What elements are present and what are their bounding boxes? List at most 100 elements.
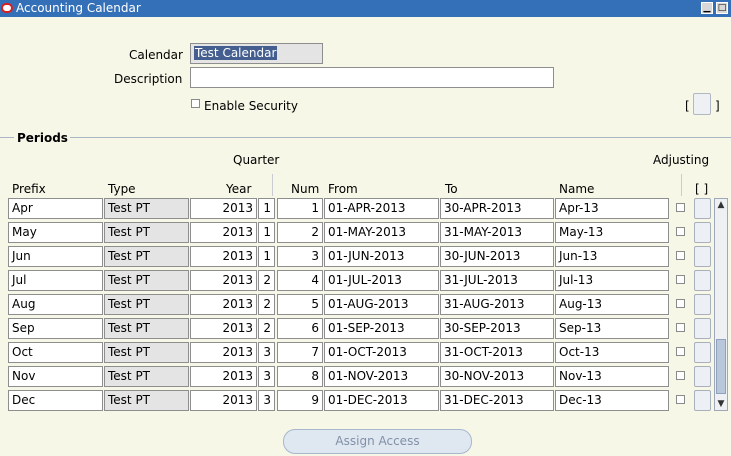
period-name-field[interactable]: Jul-13 <box>555 270 669 291</box>
to-date-field[interactable]: 31-MAY-2013 <box>440 222 554 243</box>
num-field[interactable]: 4 <box>277 270 323 291</box>
row-flexfield-button[interactable] <box>694 366 711 387</box>
from-date-field[interactable]: 01-AUG-2013 <box>324 294 439 315</box>
prefix-field[interactable]: Sep <box>8 318 103 339</box>
period-name-field[interactable]: Aug-13 <box>555 294 669 315</box>
row-flexfield-button[interactable] <box>694 342 711 363</box>
enable-security-checkbox[interactable] <box>191 99 200 108</box>
row-flexfield-button[interactable] <box>694 294 711 315</box>
prefix-field[interactable]: Apr <box>8 198 103 219</box>
row-flexfield-button[interactable] <box>694 222 711 243</box>
adjusting-checkbox[interactable] <box>676 299 685 308</box>
period-name-field[interactable]: May-13 <box>555 222 669 243</box>
year-field[interactable]: 2013 <box>190 342 257 363</box>
period-name-field[interactable]: Apr-13 <box>555 198 669 219</box>
prefix-field[interactable]: Dec <box>8 390 103 411</box>
quarter-field[interactable]: 2 <box>258 270 275 291</box>
from-date-field[interactable]: 01-JUN-2013 <box>324 246 439 267</box>
scroll-up-icon[interactable]: ▲ <box>715 199 727 211</box>
quarter-field[interactable]: 1 <box>258 246 275 267</box>
quarter-field[interactable]: 2 <box>258 318 275 339</box>
quarter-field[interactable]: 3 <box>258 366 275 387</box>
period-name-field[interactable]: Jun-13 <box>555 246 669 267</box>
to-date-field[interactable]: 30-NOV-2013 <box>440 366 554 387</box>
type-field[interactable]: Test PT <box>104 342 189 363</box>
num-field[interactable]: 2 <box>277 222 323 243</box>
prefix-field[interactable]: May <box>8 222 103 243</box>
to-date-field[interactable]: 30-APR-2013 <box>440 198 554 219</box>
to-date-field[interactable]: 31-DEC-2013 <box>440 390 554 411</box>
to-date-field[interactable]: 31-OCT-2013 <box>440 342 554 363</box>
type-field[interactable]: Test PT <box>104 318 189 339</box>
scroll-down-icon[interactable]: ▼ <box>715 398 727 410</box>
year-field[interactable]: 2013 <box>190 318 257 339</box>
row-flexfield-button[interactable] <box>694 270 711 291</box>
assign-access-button[interactable]: Assign Access <box>283 429 472 454</box>
quarter-field[interactable]: 3 <box>258 390 275 411</box>
to-date-field[interactable]: 31-JUL-2013 <box>440 270 554 291</box>
adjusting-checkbox[interactable] <box>676 227 685 236</box>
prefix-field[interactable]: Aug <box>8 294 103 315</box>
adjusting-checkbox[interactable] <box>676 251 685 260</box>
from-date-field[interactable]: 01-MAY-2013 <box>324 222 439 243</box>
to-date-field[interactable]: 30-SEP-2013 <box>440 318 554 339</box>
num-field[interactable]: 1 <box>277 198 323 219</box>
num-field[interactable]: 5 <box>277 294 323 315</box>
from-date-field[interactable]: 01-SEP-2013 <box>324 318 439 339</box>
to-date-field[interactable]: 31-AUG-2013 <box>440 294 554 315</box>
type-field[interactable]: Test PT <box>104 246 189 267</box>
prefix-field[interactable]: Oct <box>8 342 103 363</box>
num-field[interactable]: 8 <box>277 366 323 387</box>
adjusting-checkbox[interactable] <box>676 371 685 380</box>
adjusting-checkbox[interactable] <box>676 395 685 404</box>
row-flexfield-button[interactable] <box>694 390 711 411</box>
year-field[interactable]: 2013 <box>190 198 257 219</box>
type-field[interactable]: Test PT <box>104 198 189 219</box>
to-date-field[interactable]: 30-JUN-2013 <box>440 246 554 267</box>
num-field[interactable]: 9 <box>277 390 323 411</box>
calendar-field[interactable]: Test Calendar <box>190 43 323 64</box>
type-field[interactable]: Test PT <box>104 270 189 291</box>
adjusting-checkbox[interactable] <box>676 347 685 356</box>
quarter-field[interactable]: 3 <box>258 342 275 363</box>
scrollbar-thumb[interactable] <box>716 339 726 394</box>
maximize-icon[interactable]: □ <box>716 2 728 14</box>
num-field[interactable]: 3 <box>277 246 323 267</box>
year-field[interactable]: 2013 <box>190 246 257 267</box>
from-date-field[interactable]: 01-OCT-2013 <box>324 342 439 363</box>
prefix-field[interactable]: Jul <box>8 270 103 291</box>
type-field[interactable]: Test PT <box>104 222 189 243</box>
year-field[interactable]: 2013 <box>190 366 257 387</box>
row-flexfield-button[interactable] <box>694 318 711 339</box>
quarter-field[interactable]: 1 <box>258 198 275 219</box>
from-date-field[interactable]: 01-JUL-2013 <box>324 270 439 291</box>
prefix-field[interactable]: Nov <box>8 366 103 387</box>
adjusting-checkbox[interactable] <box>676 323 685 332</box>
type-field[interactable]: Test PT <box>104 390 189 411</box>
period-name-field[interactable]: Dec-13 <box>555 390 669 411</box>
descriptive-flexfield-button[interactable] <box>693 93 711 115</box>
quarter-field[interactable]: 1 <box>258 222 275 243</box>
type-field[interactable]: Test PT <box>104 366 189 387</box>
adjusting-checkbox[interactable] <box>676 203 685 212</box>
from-date-field[interactable]: 01-DEC-2013 <box>324 390 439 411</box>
from-date-field[interactable]: 01-NOV-2013 <box>324 366 439 387</box>
period-name-field[interactable]: Sep-13 <box>555 318 669 339</box>
period-name-field[interactable]: Nov-13 <box>555 366 669 387</box>
quarter-field[interactable]: 2 <box>258 294 275 315</box>
minimize-icon[interactable]: ▁ <box>701 2 713 14</box>
year-field[interactable]: 2013 <box>190 222 257 243</box>
description-field[interactable] <box>190 67 554 88</box>
num-field[interactable]: 6 <box>277 318 323 339</box>
periods-scrollbar[interactable]: ▲ ▼ <box>714 198 728 411</box>
year-field[interactable]: 2013 <box>190 390 257 411</box>
prefix-field[interactable]: Jun <box>8 246 103 267</box>
year-field[interactable]: 2013 <box>190 270 257 291</box>
adjusting-checkbox[interactable] <box>676 275 685 284</box>
year-field[interactable]: 2013 <box>190 294 257 315</box>
num-field[interactable]: 7 <box>277 342 323 363</box>
period-name-field[interactable]: Oct-13 <box>555 342 669 363</box>
type-field[interactable]: Test PT <box>104 294 189 315</box>
from-date-field[interactable]: 01-APR-2013 <box>324 198 439 219</box>
row-flexfield-button[interactable] <box>694 198 711 219</box>
